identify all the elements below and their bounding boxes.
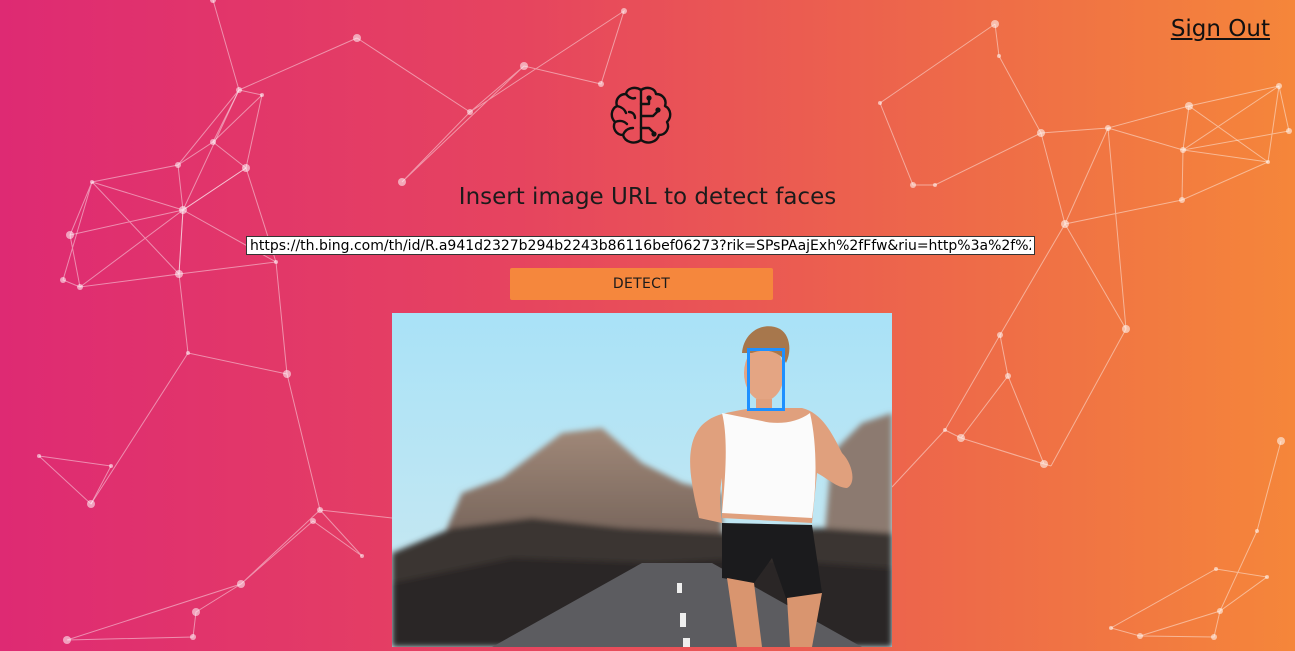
- page-title: Insert image URL to detect faces: [458, 184, 837, 210]
- image-url-input[interactable]: [246, 236, 1035, 255]
- result-image: [392, 313, 892, 647]
- brain-icon: [607, 82, 675, 150]
- face-bounding-box: [747, 348, 785, 411]
- sign-out-link[interactable]: Sign Out: [1171, 16, 1270, 42]
- detect-button[interactable]: DETECT: [510, 268, 773, 300]
